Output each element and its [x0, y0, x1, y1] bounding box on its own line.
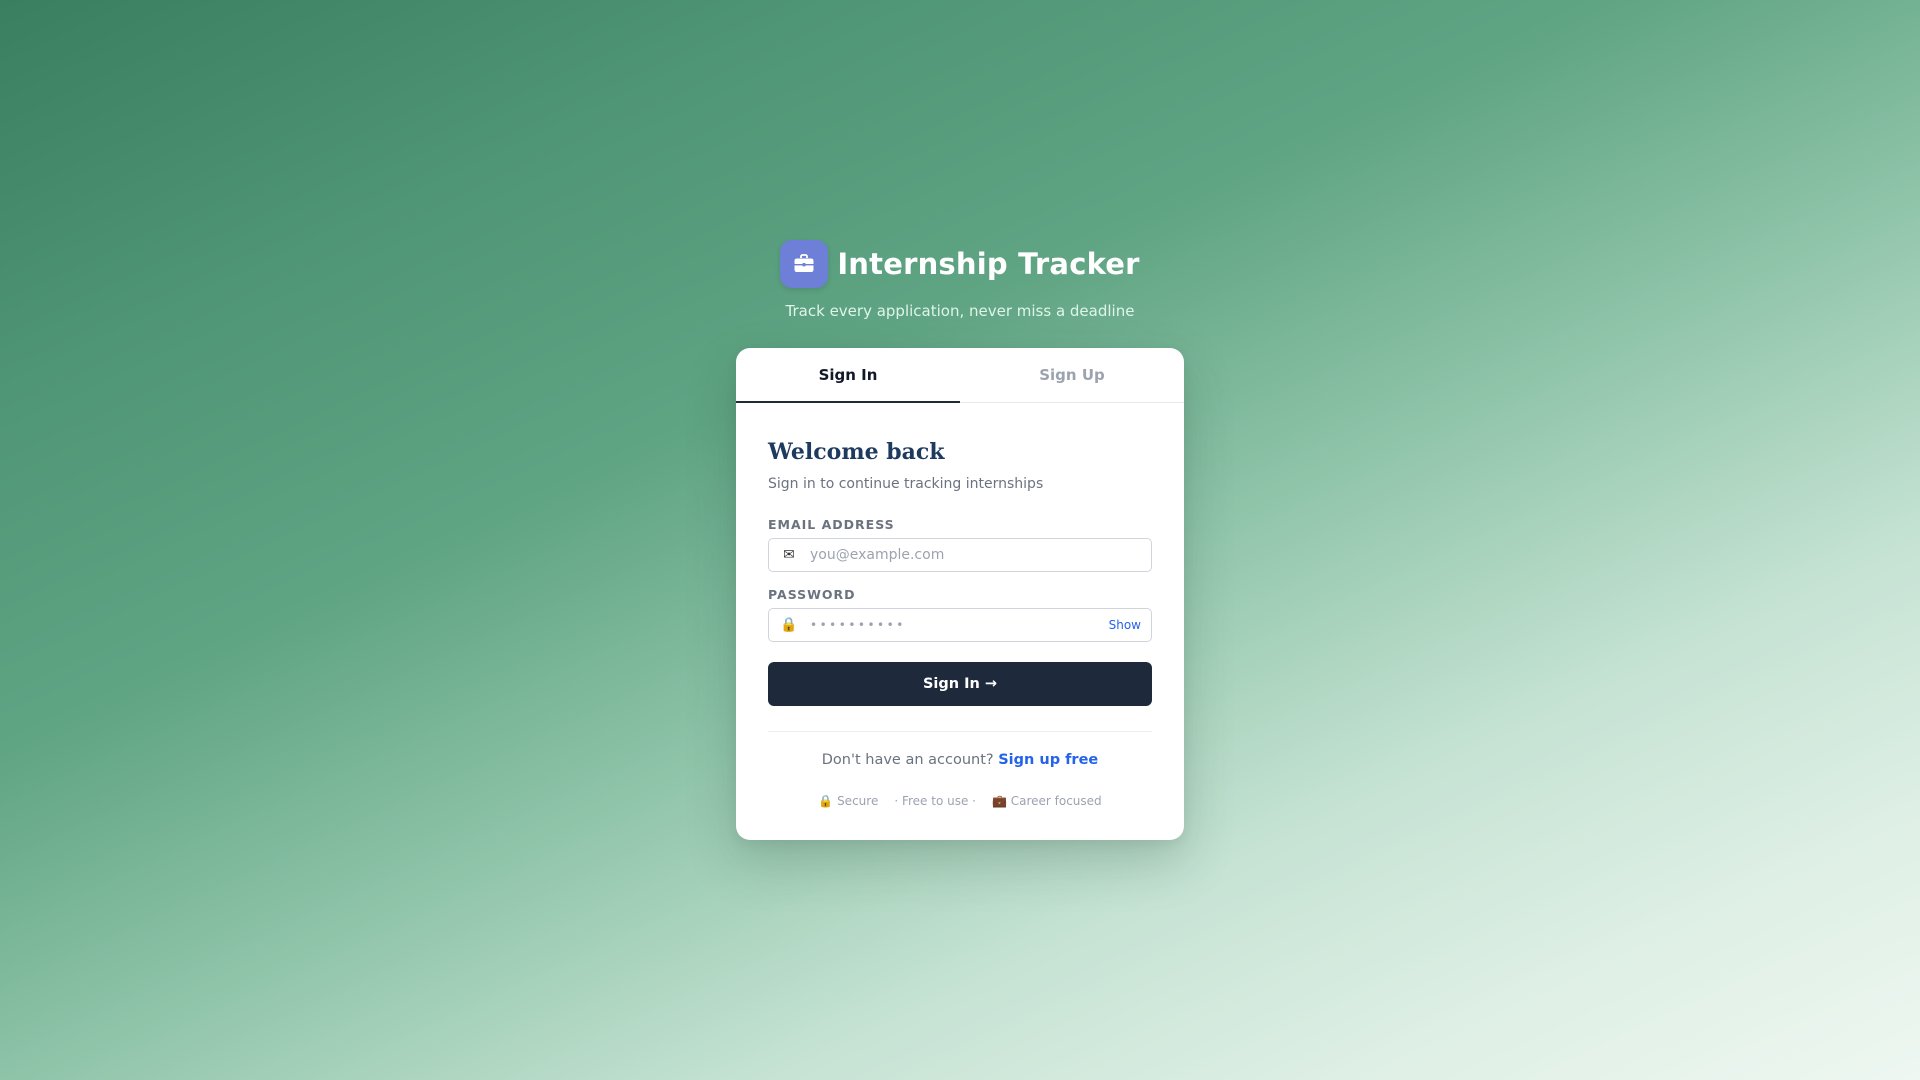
envelope-icon: ✉ [783, 547, 795, 563]
signup-link[interactable]: Sign up free [998, 752, 1098, 768]
sign-in-button[interactable]: Sign In → [768, 662, 1152, 706]
form-subtitle: Sign in to continue tracking internships [768, 476, 1044, 492]
feature-badges: 🔒 Secure · Free to use · 💼 Career focuse… [768, 794, 1152, 808]
brand-row: Internship Tracker [780, 240, 1139, 288]
app-tagline: Track every application, never miss a de… [785, 302, 1135, 320]
auth-page: Internship Tracker Track every applicati… [0, 0, 1920, 1080]
password-label: PASSWORD [768, 587, 856, 602]
password-field-wrapper: 🔒 •••••••••• Show [768, 608, 1152, 642]
divider [768, 731, 1152, 732]
auth-card: Sign In Sign Up Welcome back Sign in to … [736, 348, 1184, 840]
password-field[interactable]: •••••••••• [810, 618, 1109, 632]
show-password-button[interactable]: Show [1109, 618, 1141, 632]
badge-career: 💼 Career focused [991, 794, 1102, 808]
signup-prompt: Don't have an account? Sign up free [768, 752, 1152, 768]
auth-tabs: Sign In Sign Up [736, 348, 1184, 403]
brand-header: Internship Tracker Track every applicati… [0, 240, 1920, 320]
tab-sign-in[interactable]: Sign In [736, 348, 960, 403]
app-title: Internship Tracker [837, 247, 1140, 281]
briefcase-icon [780, 240, 829, 288]
sign-in-form: Welcome back Sign in to continue trackin… [736, 439, 1184, 808]
email-field-wrapper: ✉ [768, 538, 1152, 572]
badge-free: · Free to use · [894, 794, 976, 808]
lock-icon: 🔒 [780, 617, 798, 633]
signup-prompt-text: Don't have an account? [821, 752, 999, 768]
form-title: Welcome back [768, 439, 945, 465]
email-field[interactable] [810, 547, 1141, 563]
badge-secure: 🔒 Secure [818, 794, 879, 808]
email-label: EMAIL ADDRESS [768, 517, 895, 532]
tab-sign-up[interactable]: Sign Up [960, 348, 1184, 402]
